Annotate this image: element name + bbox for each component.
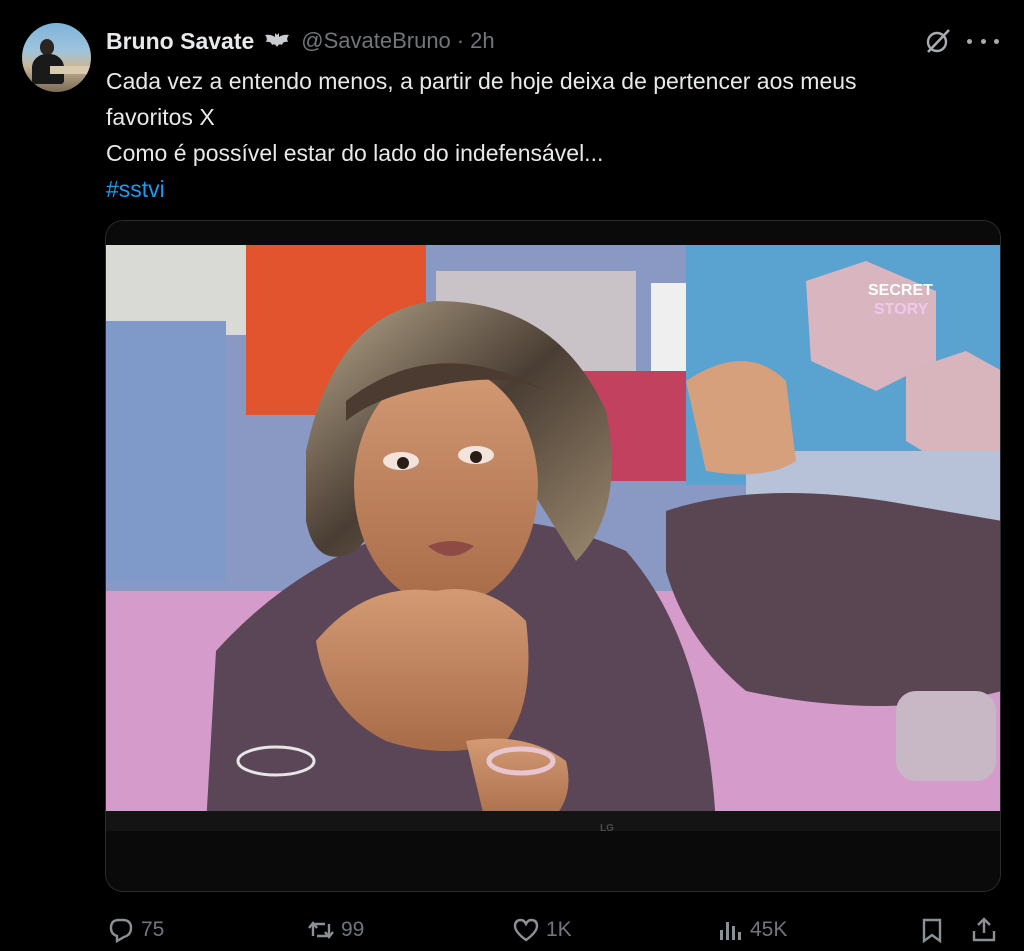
- post-text-line: favoritos X: [106, 104, 215, 130]
- grok-icon[interactable]: [924, 27, 952, 55]
- reply-count: 75: [141, 918, 165, 941]
- tweet: Bruno Savate @SavateBruno · 2h Cada vez …: [0, 0, 1024, 951]
- post-media-photo[interactable]: SECRET STORY LG: [105, 220, 1001, 892]
- avatar-person-head: [40, 39, 54, 55]
- repost-icon: [308, 921, 334, 939]
- heart-icon: [513, 918, 539, 942]
- share-button[interactable]: [970, 916, 998, 944]
- tweet-header: Bruno Savate @SavateBruno · 2h: [106, 24, 495, 58]
- avatar[interactable]: [22, 23, 91, 92]
- repost-count: 99: [341, 918, 365, 941]
- more-options-icon[interactable]: [967, 30, 999, 52]
- like-button[interactable]: 1K: [512, 916, 572, 944]
- reply-button[interactable]: 75: [107, 916, 164, 944]
- bat-icon: [262, 31, 292, 51]
- display-name[interactable]: Bruno Savate: [106, 28, 254, 55]
- action-bar: 75 99 1K 45K: [0, 910, 1024, 951]
- view-count: 45K: [750, 918, 788, 941]
- like-count: 1K: [546, 918, 572, 941]
- show-logo-text: SECRET: [868, 282, 933, 299]
- post-text-line: Cada vez a entendo menos, a partir de ho…: [106, 68, 857, 94]
- views-icon: [720, 922, 741, 940]
- reply-icon: [109, 918, 133, 944]
- hashtag-link[interactable]: #sstvi: [106, 171, 986, 207]
- post-text: Cada vez a entendo menos, a partir de ho…: [106, 63, 986, 207]
- share-icon: [972, 917, 996, 942]
- tv-brand-logo: LG: [600, 823, 614, 834]
- timestamp[interactable]: 2h: [470, 28, 494, 54]
- repost-button[interactable]: 99: [307, 916, 364, 944]
- show-logo-text: STORY: [874, 301, 929, 318]
- handle[interactable]: @SavateBruno: [301, 28, 451, 54]
- tv-screen-photo: SECRET STORY: [106, 221, 1000, 891]
- bookmark-button[interactable]: [918, 916, 946, 944]
- separator-dot: ·: [456, 28, 465, 53]
- views-button[interactable]: 45K: [716, 916, 787, 944]
- avatar-background-deck: [50, 66, 90, 74]
- bookmark-icon: [922, 918, 942, 944]
- post-text-line: Como é possível estar do lado do indefen…: [106, 140, 604, 166]
